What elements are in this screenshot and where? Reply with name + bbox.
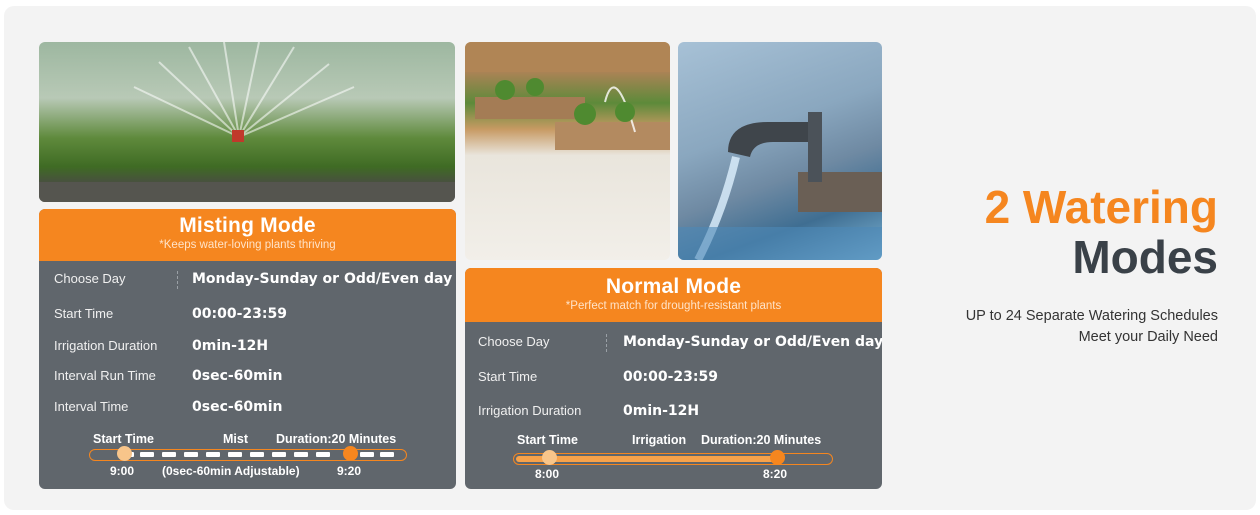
timeline-labels: Start Time Irrigation Duration:20 Minute…	[465, 433, 882, 449]
timeline-values: 8:00 8:20	[465, 467, 882, 483]
timeline-start-time: 9:00	[110, 464, 135, 478]
timeline-start-knob	[542, 450, 557, 465]
card-subtitle: *Keeps water-loving plants thriving	[159, 239, 336, 251]
timeline-duration-label: Duration:20 Minutes	[701, 433, 822, 447]
tagline-line-2: Meet your Daily Need	[1078, 329, 1218, 345]
spec-label: Interval Time	[54, 399, 129, 414]
faucet-pool-photo	[678, 42, 882, 260]
tagline-line-1: UP to 24 Separate Watering Schedules	[965, 308, 1218, 324]
spec-label: Choose Day	[54, 271, 126, 286]
timeline-tick	[206, 452, 220, 457]
spec-value: 0sec-60min	[192, 399, 283, 415]
timeline-end-time: 9:20	[337, 464, 362, 478]
timeline-end-knob	[770, 450, 785, 465]
spec-value: 0min-12H	[623, 403, 700, 419]
timeline-duration-label: Duration:20 Minutes	[276, 432, 397, 446]
spec-label: Irrigation Duration	[478, 403, 582, 418]
raised-garden-beds-photo	[465, 42, 670, 260]
spec-row: Choose Day Monday-Sunday or Odd/Even day	[465, 330, 882, 354]
timeline-start-label: Start Time	[517, 433, 578, 447]
heading-line-2: Modes	[1072, 231, 1218, 283]
timeline-end-knob	[343, 446, 358, 461]
misting-mode-header: Misting Mode *Keeps water-loving plants …	[39, 209, 456, 261]
normal-mode-header: Normal Mode *Perfect match for drought-r…	[465, 268, 882, 322]
spec-row: Irrigation Duration 0min-12H	[465, 399, 882, 423]
timeline-values: 9:00 (0sec-60min Adjustable) 9:20	[39, 464, 456, 480]
spec-label: Start Time	[478, 369, 538, 384]
spec-label: Choose Day	[478, 334, 550, 349]
heading-line-1: 2 Watering	[984, 181, 1218, 233]
timeline-start-time: 8:00	[535, 467, 560, 481]
spec-row: Start Time 00:00-23:59	[39, 302, 456, 326]
spec-row: Start Time 00:00-23:59	[465, 365, 882, 389]
page-heading: 2 Watering Modes	[985, 182, 1218, 282]
spec-label: Irrigation Duration	[54, 338, 158, 353]
spec-label: Start Time	[54, 306, 114, 321]
timeline-note: (0sec-60min Adjustable)	[162, 464, 300, 478]
card-title: Normal Mode	[605, 275, 742, 298]
timeline-tick	[140, 452, 154, 457]
timeline-labels: Start Time Mist Duration:20 Minutes	[39, 432, 456, 448]
spec-value: 0sec-60min	[192, 368, 283, 384]
timeline-tick	[294, 452, 308, 457]
timeline-tick	[380, 452, 394, 457]
spec-label: Interval Run Time	[54, 368, 156, 383]
timeline-tick	[316, 452, 330, 457]
timeline-start-knob	[117, 446, 132, 461]
misting-mode-card: Misting Mode *Keeps water-loving plants …	[39, 209, 456, 489]
timeline-tick	[272, 452, 286, 457]
spec-value: 00:00-23:59	[623, 369, 718, 385]
normal-mode-card: Normal Mode *Perfect match for drought-r…	[465, 268, 882, 489]
divider	[606, 334, 607, 352]
sprinkler-lawn-photo	[39, 42, 455, 202]
timeline-irrigation-label: Irrigation	[632, 433, 687, 447]
spec-value: 0min-12H	[192, 338, 269, 354]
spec-row: Choose Day Monday-Sunday or Odd/Even day	[39, 267, 456, 291]
tagline: UP to 24 Separate Watering Schedules Mee…	[966, 306, 1218, 348]
spec-value: Monday-Sunday or Odd/Even day	[623, 334, 882, 350]
misting-timeline-track	[89, 446, 407, 461]
spec-value: Monday-Sunday or Odd/Even day	[192, 271, 453, 287]
timeline-end-time: 8:20	[763, 467, 788, 481]
spec-row: Interval Run Time 0sec-60min	[39, 364, 456, 388]
timeline-tick	[250, 452, 264, 457]
spec-row: Irrigation Duration 0min-12H	[39, 334, 456, 358]
timeline-tick	[360, 452, 374, 457]
card-title: Misting Mode	[179, 214, 316, 237]
timeline-tick	[228, 452, 242, 457]
timeline-start-label: Start Time	[93, 432, 154, 446]
card-subtitle: *Perfect match for drought-resistant pla…	[565, 300, 782, 312]
timeline-tick	[162, 452, 176, 457]
divider	[177, 271, 178, 289]
timeline-tick	[184, 452, 198, 457]
timeline-mist-label: Mist	[223, 432, 248, 446]
spec-value: 00:00-23:59	[192, 306, 287, 322]
spec-row: Interval Time 0sec-60min	[39, 395, 456, 419]
normal-timeline-track	[513, 450, 833, 465]
